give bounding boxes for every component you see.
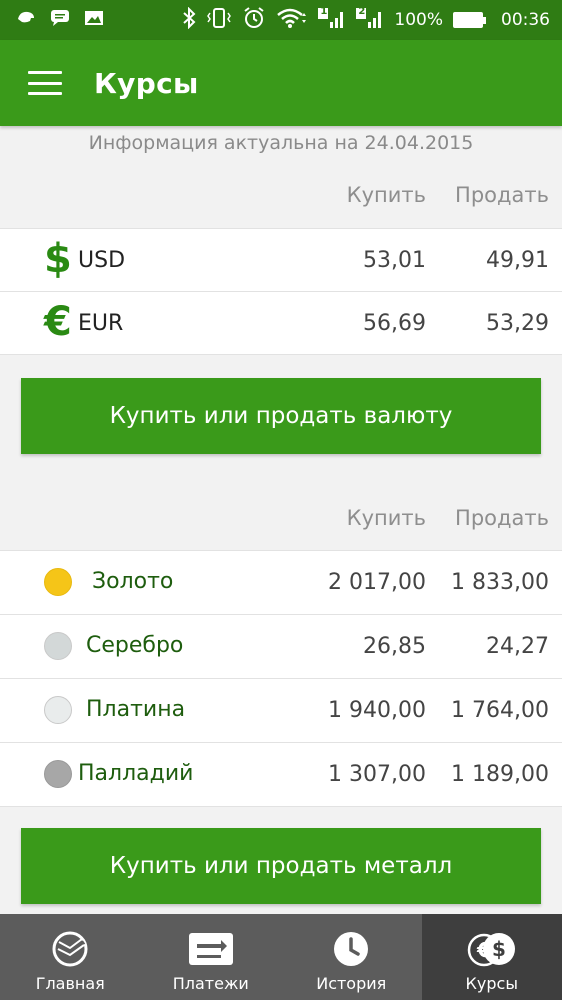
alarm-icon xyxy=(242,6,266,34)
metal-sell-value: 1 833,00 xyxy=(451,570,549,595)
metal-table: Золото 2 017,00 1 833,00 Серебро 26,85 2… xyxy=(0,550,562,807)
metal-row-gold[interactable]: Золото 2 017,00 1 833,00 xyxy=(0,551,562,615)
info-text: Информация актуальна на 24.04.2015 xyxy=(88,132,474,154)
buy-sell-metal-button[interactable]: Купить или продать металл xyxy=(21,828,541,904)
silver-coin-icon xyxy=(44,632,72,660)
bottom-navigation: Главная Платежи История $ Курсы xyxy=(0,914,562,1000)
metal-row-silver[interactable]: Серебро 26,85 24,27 xyxy=(0,615,562,679)
nav-label-rates: Курсы xyxy=(465,974,518,993)
currency-buy-value: 56,69 xyxy=(363,311,426,336)
wifi-icon xyxy=(276,7,308,33)
screen: 1 2 100% 00:36 Курсы Информация актуальн… xyxy=(0,0,562,1000)
currency-sell-value: 53,29 xyxy=(486,311,549,336)
euro-icon: € xyxy=(44,299,72,345)
signal-sim1-icon: 1 xyxy=(318,6,346,34)
metal-buy-value: 1 940,00 xyxy=(328,698,426,723)
metal-name: Золото xyxy=(92,569,174,594)
metal-row-platinum[interactable]: Платина 1 940,00 1 764,00 xyxy=(0,679,562,743)
currency-code: USD xyxy=(78,248,126,273)
vibrate-icon xyxy=(206,7,232,33)
bluetooth-icon xyxy=(182,6,196,33)
currency-sell-value: 49,91 xyxy=(486,248,549,273)
clock-time: 00:36 xyxy=(501,10,550,30)
sim2-label: 2 xyxy=(358,6,366,17)
currency-table: $ USD 53,01 49,91 € EUR 56,69 53,29 xyxy=(0,228,562,355)
metal-buy-value: 1 307,00 xyxy=(328,762,426,787)
currency-row-usd[interactable]: $ USD 53,01 49,91 xyxy=(0,229,562,292)
metal-buy-header: Купить xyxy=(346,506,426,530)
gold-coin-icon xyxy=(44,568,72,596)
nav-item-history[interactable]: История xyxy=(281,914,422,1000)
metal-sell-header: Продать xyxy=(455,506,549,530)
battery-icon xyxy=(453,12,486,28)
metal-name: Палладий xyxy=(78,761,194,786)
svg-text:$: $ xyxy=(492,937,506,961)
nav-label-payments: Платежи xyxy=(172,974,249,993)
clock-icon xyxy=(332,930,370,968)
metal-name: Серебро xyxy=(86,633,184,658)
dollar-icon: $ xyxy=(44,236,72,282)
message-icon xyxy=(50,9,70,31)
metal-sell-value: 1 189,00 xyxy=(451,762,549,787)
currency-sell-header: Продать xyxy=(455,183,549,207)
currency-exchange-icon: € $ xyxy=(466,930,518,968)
buy-sell-currency-button[interactable]: Купить или продать валюту xyxy=(21,378,541,454)
metal-name: Платина xyxy=(86,697,186,722)
metal-sell-value: 24,27 xyxy=(486,634,549,659)
app-bar: Курсы xyxy=(0,40,562,126)
metal-row-palladium[interactable]: Палладий 1 307,00 1 189,00 xyxy=(0,743,562,807)
nav-item-payments[interactable]: Платежи xyxy=(141,914,282,1000)
platinum-coin-icon xyxy=(44,696,72,724)
currency-code: EUR xyxy=(78,311,124,336)
payments-icon xyxy=(187,930,235,968)
status-bar: 1 2 100% 00:36 xyxy=(0,0,562,40)
battery-percent: 100% xyxy=(394,10,443,30)
page-title: Курсы xyxy=(94,66,199,100)
metal-buy-value: 2 017,00 xyxy=(328,570,426,595)
currency-buy-header: Купить xyxy=(346,183,426,207)
menu-icon[interactable] xyxy=(28,71,62,95)
app-notification-icon xyxy=(16,9,36,31)
metal-column-headers: Купить Продать xyxy=(0,506,562,536)
image-icon xyxy=(84,9,104,31)
palladium-coin-icon xyxy=(44,760,72,788)
currency-buy-value: 53,01 xyxy=(363,248,426,273)
currency-row-eur[interactable]: € EUR 56,69 53,29 xyxy=(0,292,562,355)
currency-column-headers: Купить Продать xyxy=(0,183,562,213)
signal-sim2-icon: 2 xyxy=(356,6,384,34)
metal-sell-value: 1 764,00 xyxy=(451,698,549,723)
metal-buy-value: 26,85 xyxy=(363,634,426,659)
nav-item-rates[interactable]: € $ Курсы xyxy=(421,914,562,1000)
nav-label-history: История xyxy=(316,974,387,993)
nav-label-home: Главная xyxy=(35,974,105,993)
sim1-label: 1 xyxy=(320,6,328,17)
sberbank-logo-icon xyxy=(50,930,90,968)
nav-item-home[interactable]: Главная xyxy=(0,914,141,1000)
